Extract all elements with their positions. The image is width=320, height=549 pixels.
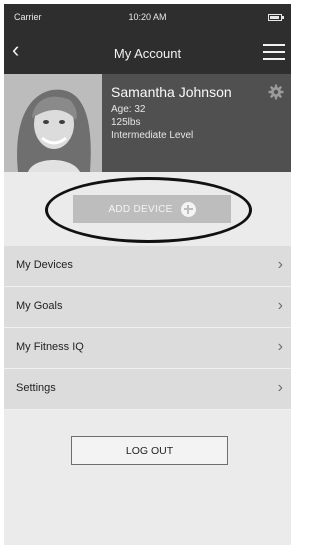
chevron-right-icon: › — [277, 256, 283, 273]
chevron-right-icon: › — [277, 297, 283, 314]
battery-icon — [268, 14, 284, 21]
menu-item-label: Settings — [16, 382, 56, 394]
add-device-label: ADD DEVICE — [108, 203, 173, 215]
profile-info: Samantha Johnson Age: 32 125lbs Intermed… — [111, 84, 232, 142]
menu-item-label: My Devices — [16, 259, 73, 271]
profile-weight: 125lbs — [111, 117, 141, 128]
menu-item-my-goals[interactable]: My Goals › — [4, 287, 291, 328]
add-device-area: ADD DEVICE — [4, 172, 291, 250]
menu-item-my-devices[interactable]: My Devices › — [4, 246, 291, 287]
hamburger-icon[interactable] — [263, 42, 285, 62]
status-bar: Carrier 10:20 AM — [4, 4, 291, 32]
profile-card: Samantha Johnson Age: 32 125lbs Intermed… — [4, 74, 291, 172]
avatar-photo — [4, 74, 102, 172]
menu-item-my-fitness-iq[interactable]: My Fitness IQ › — [4, 328, 291, 369]
gear-icon[interactable] — [268, 84, 284, 100]
phone-screen: Carrier 10:20 AM ‹ My Account Samantha J… — [4, 4, 291, 545]
avatar[interactable] — [4, 74, 102, 172]
add-device-button[interactable]: ADD DEVICE — [73, 195, 231, 223]
page-title: My Account — [113, 46, 182, 61]
profile-age: Age: 32 — [111, 104, 146, 115]
plus-circle-icon — [180, 201, 196, 217]
profile-level: Intermediate Level — [111, 130, 194, 141]
status-time: 10:20 AM — [128, 12, 167, 22]
chevron-right-icon: › — [277, 338, 283, 355]
account-menu: My Devices › My Goals › My Fitness IQ › … — [4, 246, 291, 410]
menu-item-label: My Goals — [16, 300, 63, 312]
logout-button[interactable]: LOG OUT — [71, 436, 228, 465]
battery-fill — [270, 16, 279, 19]
nav-bar: ‹ My Account — [4, 32, 291, 74]
menu-item-settings[interactable]: Settings › — [4, 369, 291, 410]
chevron-right-icon: › — [277, 379, 283, 396]
profile-name: Samantha Johnson — [111, 84, 232, 100]
menu-item-label: My Fitness IQ — [16, 341, 84, 353]
